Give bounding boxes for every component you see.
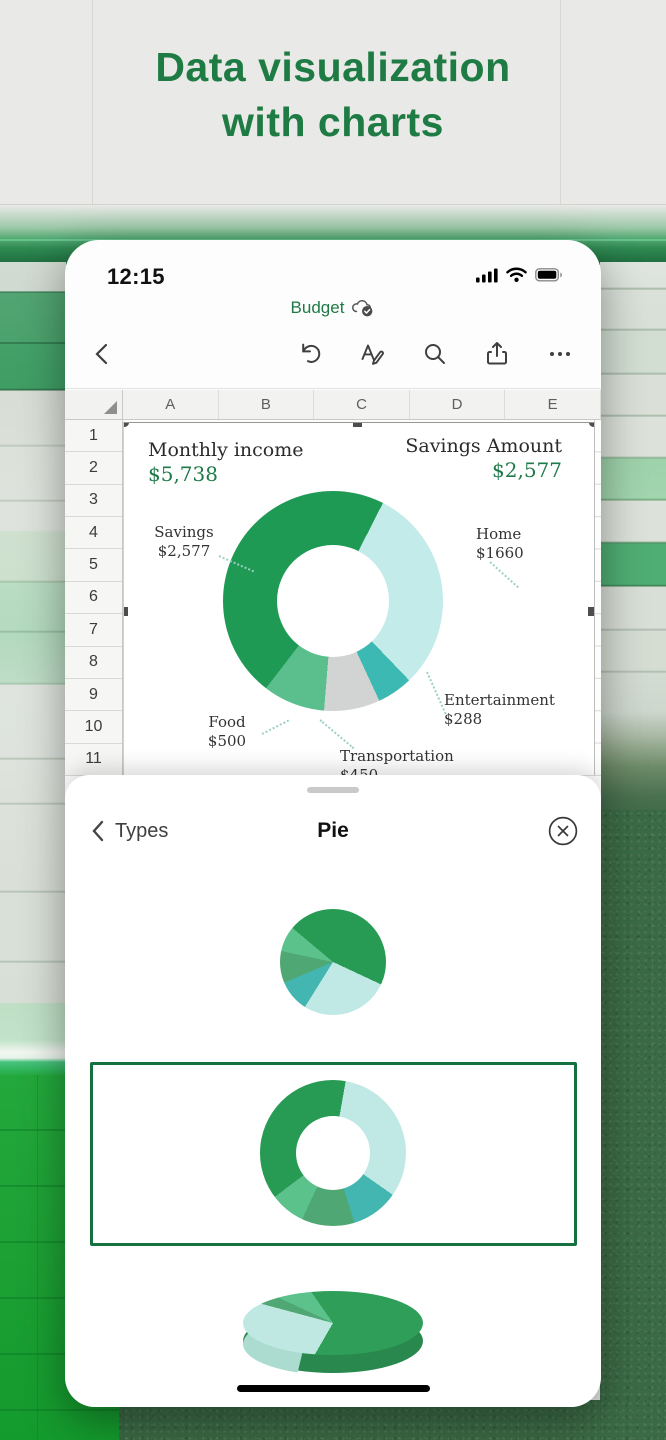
chart-value-right: $2,577 <box>492 458 562 482</box>
chart-title-left: Monthly income <box>148 439 304 461</box>
column-header-A[interactable]: A <box>123 390 219 419</box>
background-striped-rows-right <box>600 262 666 822</box>
more-icon[interactable] <box>546 340 574 368</box>
signal-icon <box>476 267 498 283</box>
option-pie-chart[interactable] <box>280 909 386 1015</box>
doughnut-preview-hole <box>296 1116 370 1190</box>
row-header-11[interactable]: 11 <box>65 744 122 776</box>
callout-label: Food <box>184 713 270 732</box>
background-striped-rows-left <box>0 262 66 1077</box>
document-title: Budget <box>291 298 345 318</box>
callout-home: Home$1660 <box>476 525 556 563</box>
pie3d-top-face <box>243 1291 423 1355</box>
battery-icon <box>535 268 563 282</box>
toolbar-divider <box>65 388 601 389</box>
drag-handle[interactable] <box>307 787 359 793</box>
row-header-7[interactable]: 7 <box>65 614 122 646</box>
chart-title-right: Savings Amount <box>405 435 562 457</box>
search-icon[interactable] <box>421 340 449 368</box>
column-header-C[interactable]: C <box>314 390 410 419</box>
selection-handle-left[interactable] <box>123 607 128 616</box>
callout-label: Savings <box>141 523 227 542</box>
row-header-9[interactable]: 9 <box>65 679 122 711</box>
callout-entertainment: Entertainment$288 <box>444 691 584 729</box>
row-header-4[interactable]: 4 <box>65 517 122 549</box>
column-header-E[interactable]: E <box>505 390 601 419</box>
screenshot-stage: Data visualization with charts 12:15 <box>0 0 666 1440</box>
select-all-corner[interactable] <box>65 390 123 419</box>
callout-transportation: Transportation$450 <box>340 747 490 775</box>
callout-label: Transportation <box>340 747 490 766</box>
column-headers[interactable]: ABCDE <box>65 390 601 420</box>
row-header-6[interactable]: 6 <box>65 582 122 614</box>
hero-title: Data visualization with charts <box>0 40 666 150</box>
budget-chart-object[interactable]: Monthly income $5,738 Savings Amount $2,… <box>123 422 595 775</box>
callout-value: $288 <box>444 710 584 729</box>
callout-label: Home <box>476 525 556 544</box>
back-icon[interactable] <box>89 340 117 368</box>
leader-line <box>489 561 519 588</box>
callout-value: $1660 <box>476 544 556 563</box>
hero-title-line1: Data visualization <box>0 40 666 95</box>
row-header-2[interactable]: 2 <box>65 452 122 484</box>
column-header-D[interactable]: D <box>410 390 506 419</box>
row-header-1[interactable]: 1 <box>65 420 122 452</box>
leader-line <box>319 719 354 749</box>
close-icon[interactable] <box>547 815 579 847</box>
status-icons <box>476 267 563 283</box>
document-title-row: Budget <box>65 298 601 318</box>
selection-handle-top-right[interactable] <box>589 422 595 427</box>
option-doughnut-selected-box[interactable] <box>90 1062 577 1246</box>
row-header-10[interactable]: 10 <box>65 711 122 743</box>
callout-value: $450 <box>340 766 490 775</box>
selection-handle-top-center[interactable] <box>353 422 362 427</box>
row-header-3[interactable]: 3 <box>65 485 122 517</box>
status-time: 12:15 <box>107 264 165 290</box>
select-all-triangle <box>104 401 117 414</box>
callout-value: $2,577 <box>141 542 227 561</box>
home-indicator-bar[interactable] <box>237 1385 430 1392</box>
wifi-icon <box>505 267 528 283</box>
chart-value-left: $5,738 <box>148 462 218 486</box>
hero-title-line2: with charts <box>0 95 666 150</box>
callout-savings: Savings$2,577 <box>141 523 227 561</box>
row-header-5[interactable]: 5 <box>65 549 122 581</box>
phone-mockup: 12:15 <box>65 240 601 1407</box>
column-header-B[interactable]: B <box>219 390 315 419</box>
sheet-title: Pie <box>65 819 601 843</box>
format-icon[interactable] <box>358 340 386 368</box>
background-felt-right <box>600 810 666 1440</box>
row-headers[interactable]: 1234567891011 <box>65 420 123 776</box>
chart-type-sheet: Types Pie <box>65 775 601 1407</box>
undo-icon[interactable] <box>296 340 324 368</box>
share-icon[interactable] <box>483 340 511 368</box>
selection-handle-right[interactable] <box>588 607 595 616</box>
row-header-8[interactable]: 8 <box>65 647 122 679</box>
callout-value: $500 <box>184 732 270 751</box>
callout-label: Entertainment <box>444 691 584 710</box>
selection-handle-top-left[interactable] <box>123 422 129 427</box>
callout-food: Food$500 <box>184 713 270 751</box>
donut-hole <box>277 545 389 657</box>
cloud-synced-icon <box>350 298 375 318</box>
